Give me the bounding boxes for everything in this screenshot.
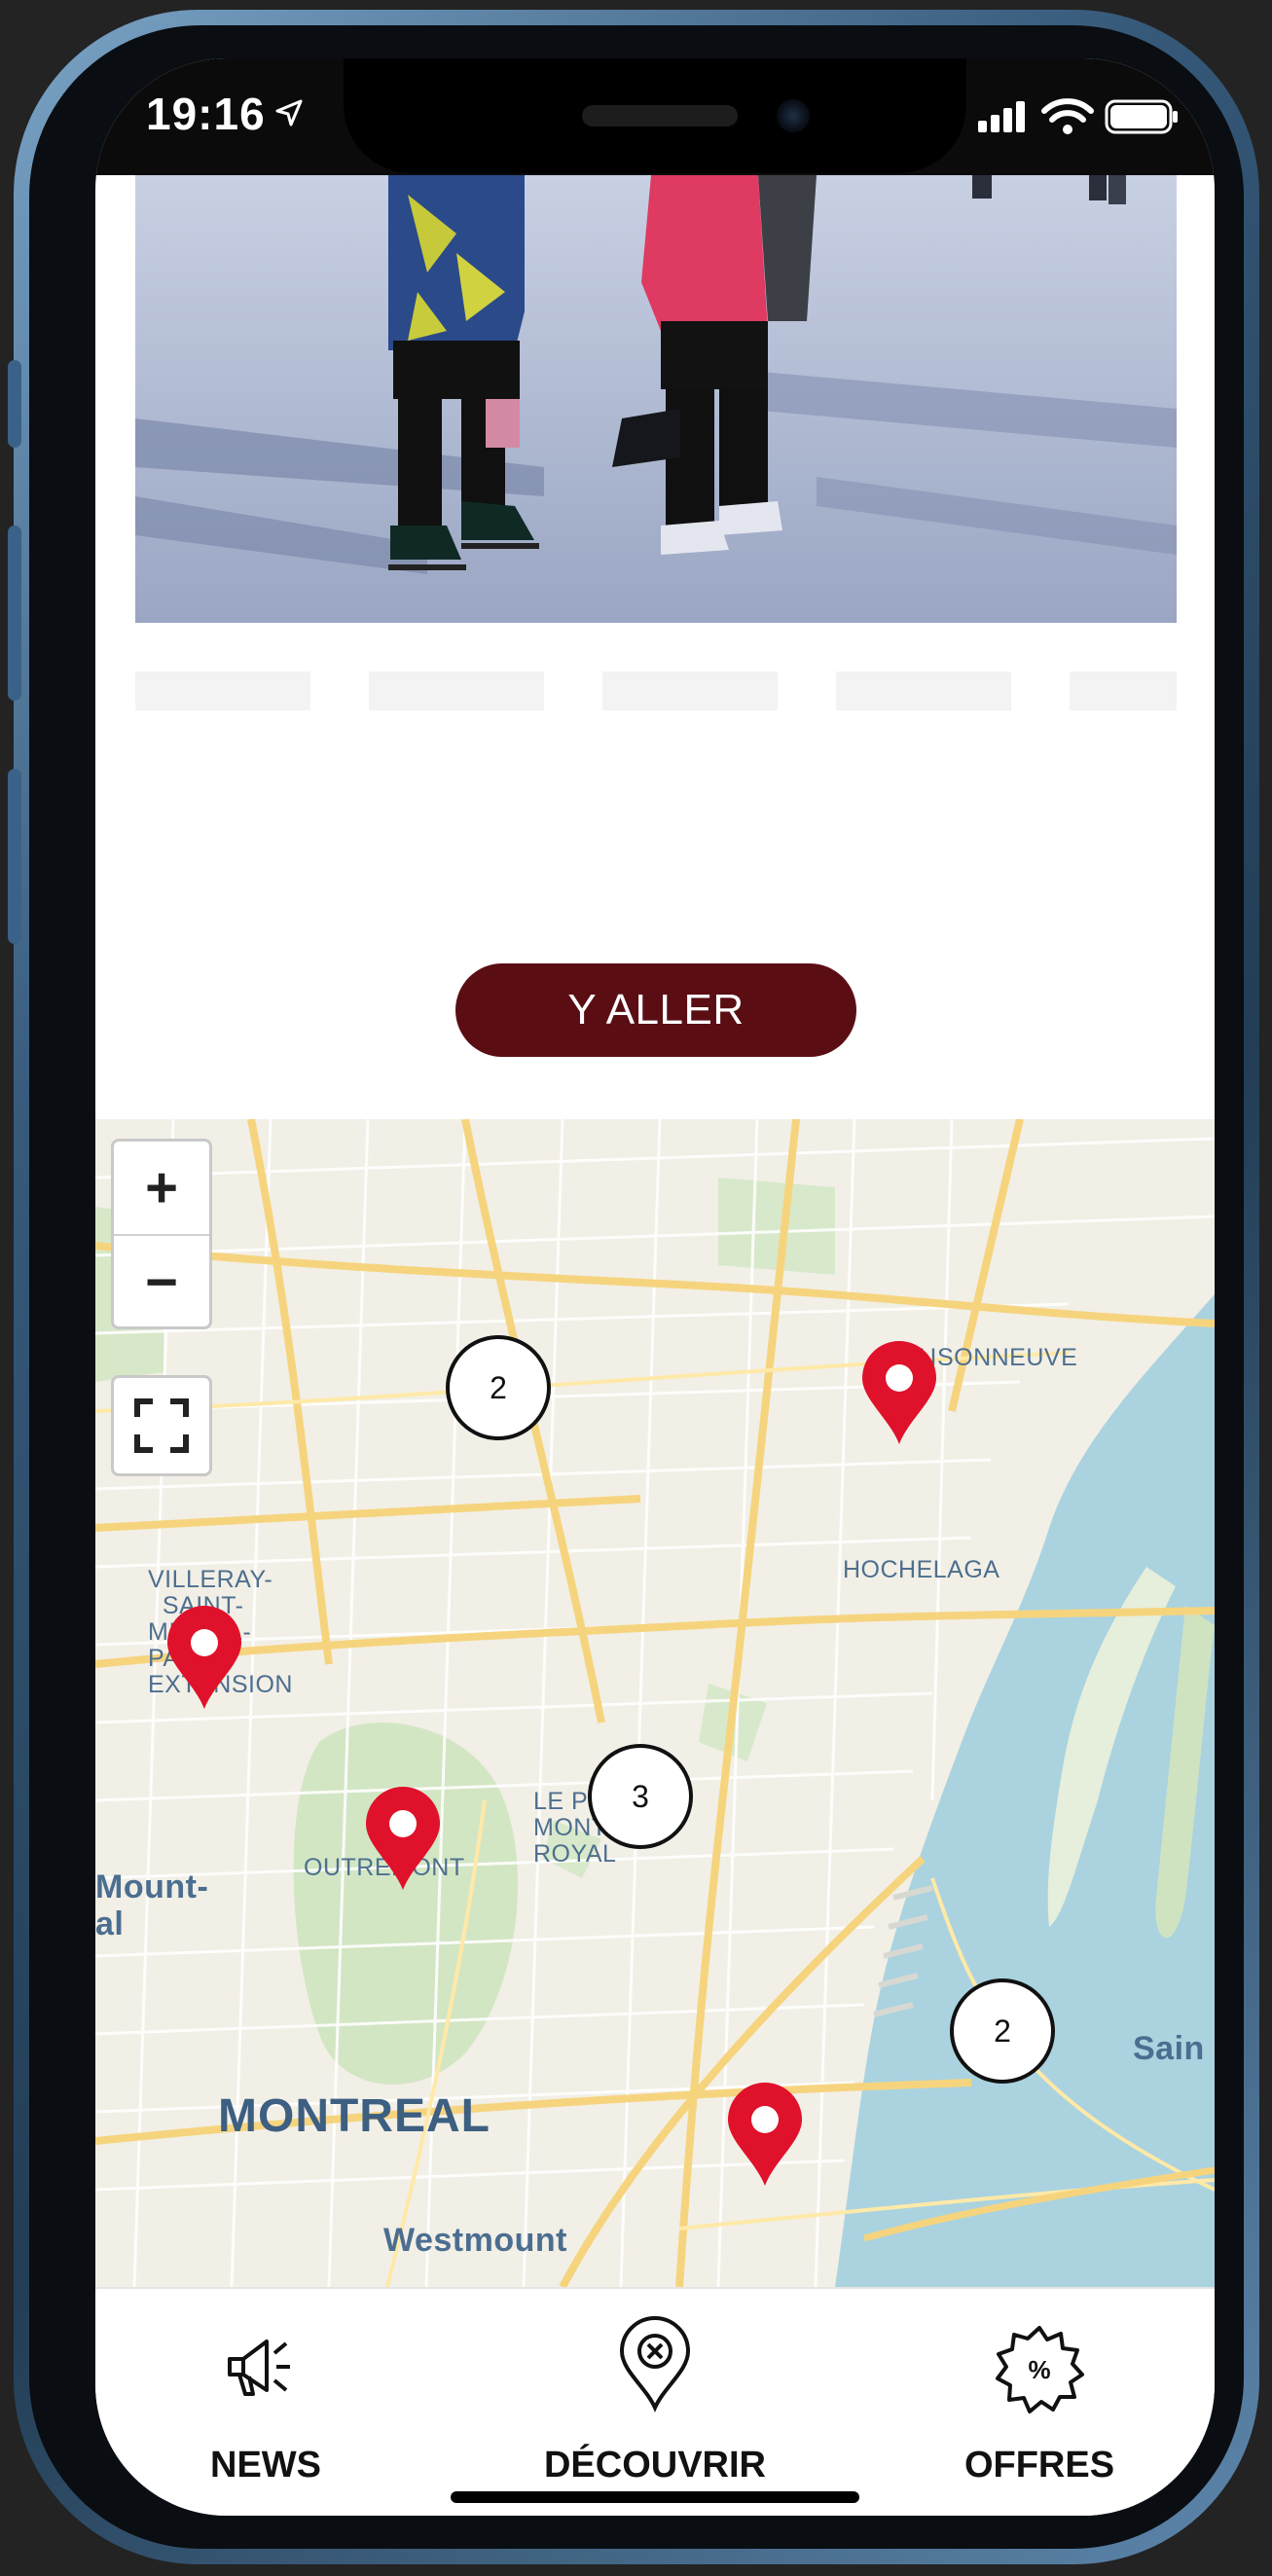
phone-frame: Y ALLER MAISONNEUVE HOCHELAGA VILLERAY- … bbox=[0, 0, 1272, 2576]
front-camera bbox=[777, 99, 810, 132]
map-label-montreal: MONTREAL bbox=[218, 2090, 491, 2142]
map-label-westmount: Westmount bbox=[383, 2222, 567, 2259]
wifi-icon bbox=[1041, 98, 1094, 123]
tab-decouvrir[interactable]: DÉCOUVRIR bbox=[509, 2289, 801, 2516]
map-cluster[interactable]: 2 bbox=[446, 1335, 551, 1440]
tab-offres[interactable]: % OFFRES bbox=[893, 2289, 1185, 2516]
tab-decouvrir-label: DÉCOUVRIR bbox=[543, 2445, 767, 2485]
signal-icon bbox=[978, 101, 1025, 132]
map-marker-icon[interactable] bbox=[860, 1341, 938, 1446]
tab-offres-label: OFFRES bbox=[963, 2445, 1115, 2485]
cluster-count: 2 bbox=[490, 1369, 507, 1405]
fullscreen-button[interactable] bbox=[111, 1375, 212, 1476]
cluster-count: 3 bbox=[632, 1778, 649, 1814]
speaker-grille bbox=[582, 105, 738, 127]
side-button bbox=[8, 360, 21, 448]
map-label-saint: Sain bbox=[1133, 2030, 1205, 2067]
discount-badge-icon: % bbox=[996, 2326, 1084, 2413]
side-button bbox=[8, 526, 21, 701]
zoom-out-button[interactable]: − bbox=[114, 1236, 209, 1328]
zoom-control: + − bbox=[111, 1139, 212, 1329]
svg-text:%: % bbox=[1028, 2355, 1050, 2384]
event-photo bbox=[135, 175, 1177, 623]
fullscreen-icon bbox=[134, 1398, 189, 1453]
map-marker-icon[interactable] bbox=[726, 2083, 804, 2188]
faint-text-placeholder bbox=[135, 671, 1177, 710]
status-bar: 19:16 bbox=[95, 58, 1215, 175]
tab-news[interactable]: NEWS bbox=[120, 2289, 412, 2516]
bottom-tab-bar: NEWS DÉCOUVRIR % OFFRES bbox=[95, 2287, 1215, 2516]
status-time: 19:16 bbox=[146, 89, 266, 139]
map-label-hochelaga: HOCHELAGA bbox=[843, 1556, 1000, 1583]
map-cluster[interactable]: 3 bbox=[588, 1744, 693, 1849]
map-marker-icon[interactable] bbox=[364, 1787, 442, 1892]
location-arrow-icon bbox=[275, 99, 303, 127]
status-icons bbox=[978, 98, 1178, 134]
screen: Y ALLER MAISONNEUVE HOCHELAGA VILLERAY- … bbox=[95, 58, 1215, 2516]
map-cluster[interactable]: 2 bbox=[950, 1978, 1055, 2084]
home-indicator bbox=[451, 2491, 859, 2503]
map-marker-icon[interactable] bbox=[165, 1606, 243, 1711]
side-button bbox=[8, 769, 21, 944]
tab-news-label: NEWS bbox=[210, 2445, 321, 2485]
map-label-mount-royal: Mount- al bbox=[95, 1869, 209, 1942]
map-view[interactable]: MAISONNEUVE HOCHELAGA VILLERAY- SAINT- M… bbox=[95, 1119, 1215, 2287]
cluster-count: 2 bbox=[994, 2013, 1011, 2049]
megaphone-icon bbox=[228, 2340, 290, 2396]
zoom-in-button[interactable]: + bbox=[114, 1142, 209, 1234]
go-there-button[interactable]: Y ALLER bbox=[455, 963, 856, 1057]
map-pin-icon bbox=[619, 2316, 691, 2413]
